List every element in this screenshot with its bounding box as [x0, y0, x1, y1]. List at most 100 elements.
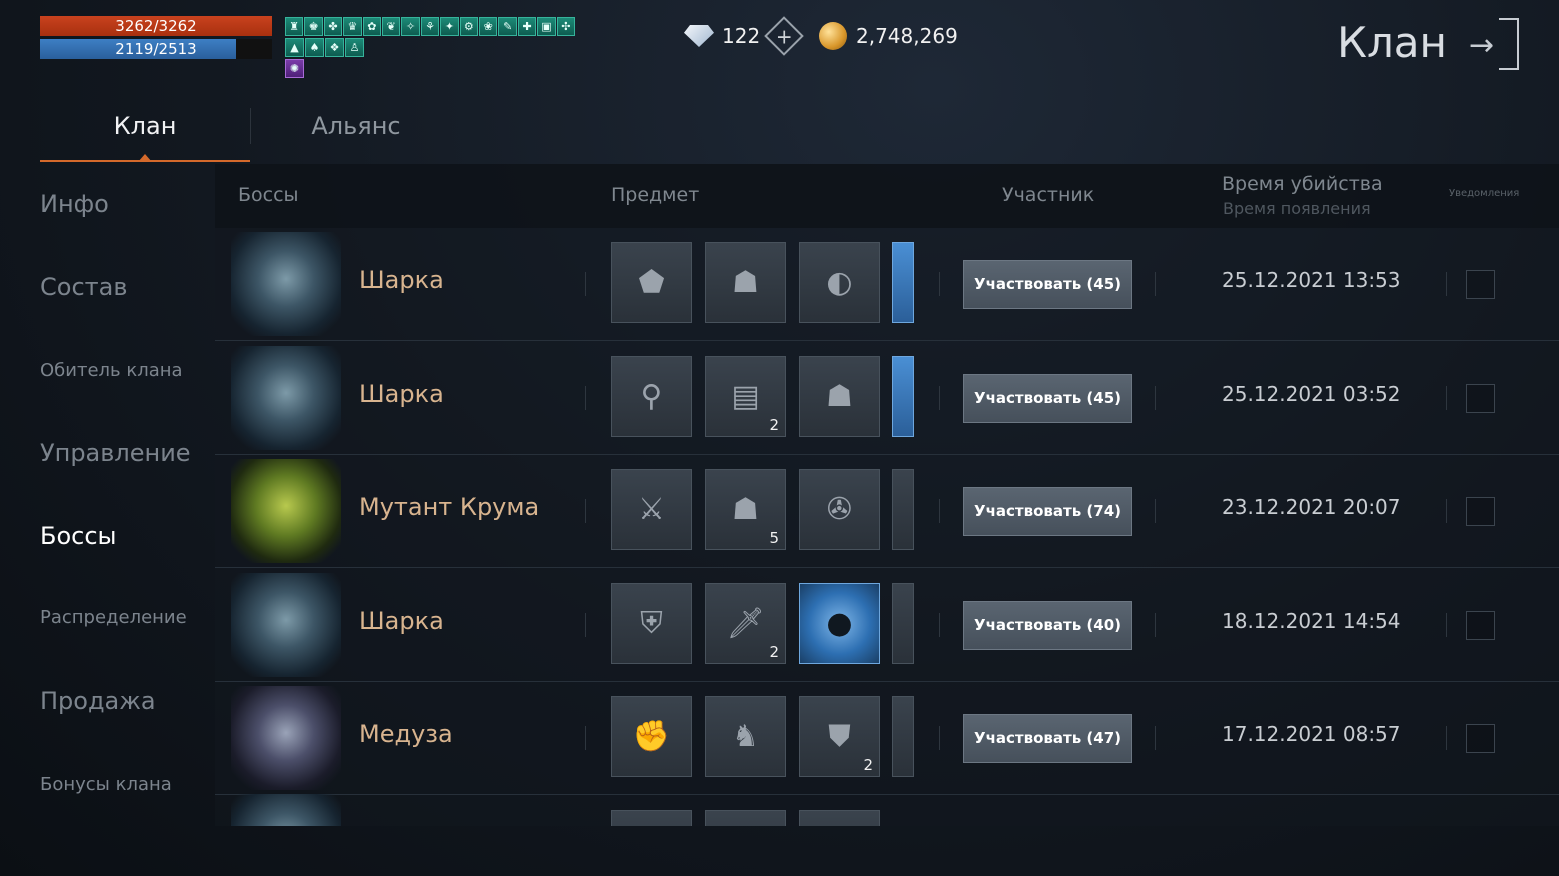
buff-icon[interactable]: ▣ [537, 17, 556, 36]
buff-icon[interactable]: ▲ [285, 38, 304, 57]
buff-icon[interactable]: ✎ [498, 17, 517, 36]
item-slot[interactable]: ✇ [799, 469, 880, 550]
sidebar-item-clan-hall[interactable]: Обитель клана [40, 360, 183, 381]
column-header-notify: Уведомления [1449, 188, 1520, 199]
column-divider [585, 612, 586, 637]
buff-icon[interactable]: ✤ [323, 17, 343, 36]
buff-row: ✺ [285, 59, 575, 78]
exit-button[interactable]: → [1469, 18, 1519, 70]
buff-icon[interactable]: ♙ [345, 38, 364, 57]
item-slot-overflow[interactable] [892, 696, 914, 777]
boss-name: Шарка [359, 606, 444, 635]
buff-icon[interactable]: ❦ [382, 17, 401, 36]
buff-icon[interactable]: ✺ [285, 59, 304, 78]
table-row: Шарка ⬟ ☗ ◐ Участвовать (45) 25.12.2021 13:53 [215, 228, 1559, 341]
column-divider [1155, 385, 1156, 410]
column-header-bosses: Боссы [238, 184, 299, 206]
page-title: Клан [1337, 18, 1447, 67]
buff-icon[interactable]: ✣ [556, 17, 576, 36]
item-slot-overflow[interactable] [892, 469, 914, 550]
item-slot[interactable]: ⛨ [611, 582, 692, 664]
item-icon: ● [826, 605, 853, 641]
item-quantity: 2 [769, 415, 779, 434]
item-quantity: 5 [769, 529, 779, 547]
item-slot[interactable]: ☗ 5 [705, 469, 786, 550]
sidebar-item-management[interactable]: Управление [40, 439, 191, 467]
item-slot-overflow[interactable] [892, 242, 914, 323]
buff-icon[interactable]: ❖ [325, 38, 344, 57]
join-button[interactable]: Участвовать (47) [963, 714, 1132, 763]
item-slot[interactable]: ⛊ 2 [799, 696, 880, 777]
column-header-kill-time: Время убийства [1222, 173, 1383, 195]
boss-portrait [231, 686, 341, 790]
boss-portrait [231, 459, 341, 563]
column-divider [1155, 272, 1156, 296]
item-icon: ⛊ [828, 719, 851, 754]
gold-coin-icon [819, 22, 847, 50]
item-slot[interactable]: ● [799, 582, 880, 664]
column-divider [1446, 272, 1447, 296]
item-slot[interactable]: ☗ [705, 242, 786, 323]
table-row: Шарка ⛨ 🗡 2 ● Участвовать (40) 18.12.2021 14:5… [215, 569, 1559, 682]
sidebar-item-distribution[interactable]: Распределение [40, 607, 187, 628]
column-divider [1446, 499, 1447, 523]
buff-icon[interactable]: ♠ [305, 38, 324, 57]
add-diamonds-button[interactable]: + [764, 16, 804, 56]
buff-icon[interactable]: ⚙ [459, 17, 479, 36]
buff-icon[interactable]: ⚘ [420, 17, 440, 36]
mp-text: 2119/2513 [115, 40, 197, 58]
column-divider [939, 499, 940, 523]
item-slot[interactable] [705, 810, 786, 826]
column-divider [1155, 726, 1156, 750]
buff-row: ▲ ♠ ❖ ♙ [285, 38, 575, 57]
buff-icon[interactable]: ♚ [304, 17, 323, 36]
join-button[interactable]: Участвовать (45) [963, 260, 1132, 309]
item-slot[interactable]: ▤ 2 [705, 355, 786, 437]
item-slot[interactable]: ✊ [611, 696, 692, 777]
notify-checkbox[interactable] [1466, 497, 1495, 526]
notify-checkbox[interactable] [1466, 383, 1495, 413]
sidebar-item-bosses[interactable]: Боссы [40, 522, 117, 550]
item-icon: ⚲ [640, 378, 663, 414]
item-slot-overflow[interactable] [892, 355, 914, 437]
join-button[interactable]: Участвовать (40) [963, 600, 1132, 650]
gold-counter: 2,748,269 [819, 20, 958, 52]
buff-icon[interactable]: ✦ [440, 17, 459, 36]
buff-icon[interactable]: ✿ [362, 17, 382, 36]
column-divider [585, 726, 586, 750]
notify-checkbox[interactable] [1466, 610, 1495, 640]
notify-checkbox[interactable] [1466, 270, 1495, 299]
join-button[interactable]: Участвовать (74) [963, 487, 1132, 536]
item-slot[interactable]: 🗡 2 [705, 582, 786, 664]
gold-amount: 2,748,269 [856, 24, 958, 48]
diamond-icon [684, 25, 714, 47]
kill-time: 23.12.2021 20:07 [1222, 495, 1401, 519]
join-button[interactable]: Участвовать (45) [963, 373, 1132, 423]
sidebar-item-members[interactable]: Состав [40, 273, 127, 301]
item-slot-overflow[interactable] [892, 582, 914, 664]
item-slot[interactable] [611, 810, 692, 826]
item-slot[interactable]: ⚔ [611, 469, 692, 550]
item-slot[interactable]: ☗ [799, 355, 880, 437]
tab-clan[interactable]: Клан [40, 100, 250, 162]
item-slot[interactable] [799, 810, 880, 826]
sidebar-item-info[interactable]: Инфо [40, 190, 109, 218]
item-slot[interactable]: ◐ [799, 242, 880, 323]
item-slot[interactable]: ⬟ [611, 242, 692, 323]
sidebar-item-clan-bonuses[interactable]: Бонусы клана [40, 774, 172, 795]
buff-icon[interactable]: ✚ [517, 17, 537, 36]
item-icon: ☗ [732, 265, 759, 300]
item-slot[interactable]: ♞ [705, 696, 786, 777]
buff-icon[interactable]: ❀ [479, 17, 498, 36]
item-slot[interactable]: ⚲ [611, 355, 692, 437]
sidebar-item-sale[interactable]: Продажа [40, 687, 156, 715]
item-icon: ◐ [826, 265, 853, 300]
tab-alliance[interactable]: Альянс [251, 100, 461, 162]
buff-icon[interactable]: ♜ [285, 17, 304, 36]
buff-icon[interactable]: ✧ [401, 17, 420, 36]
column-divider [1155, 612, 1156, 637]
buff-icon[interactable]: ♛ [343, 17, 362, 36]
boss-name: Шарка [359, 379, 444, 408]
diamond-amount: 122 [722, 24, 761, 48]
notify-checkbox[interactable] [1466, 724, 1495, 753]
